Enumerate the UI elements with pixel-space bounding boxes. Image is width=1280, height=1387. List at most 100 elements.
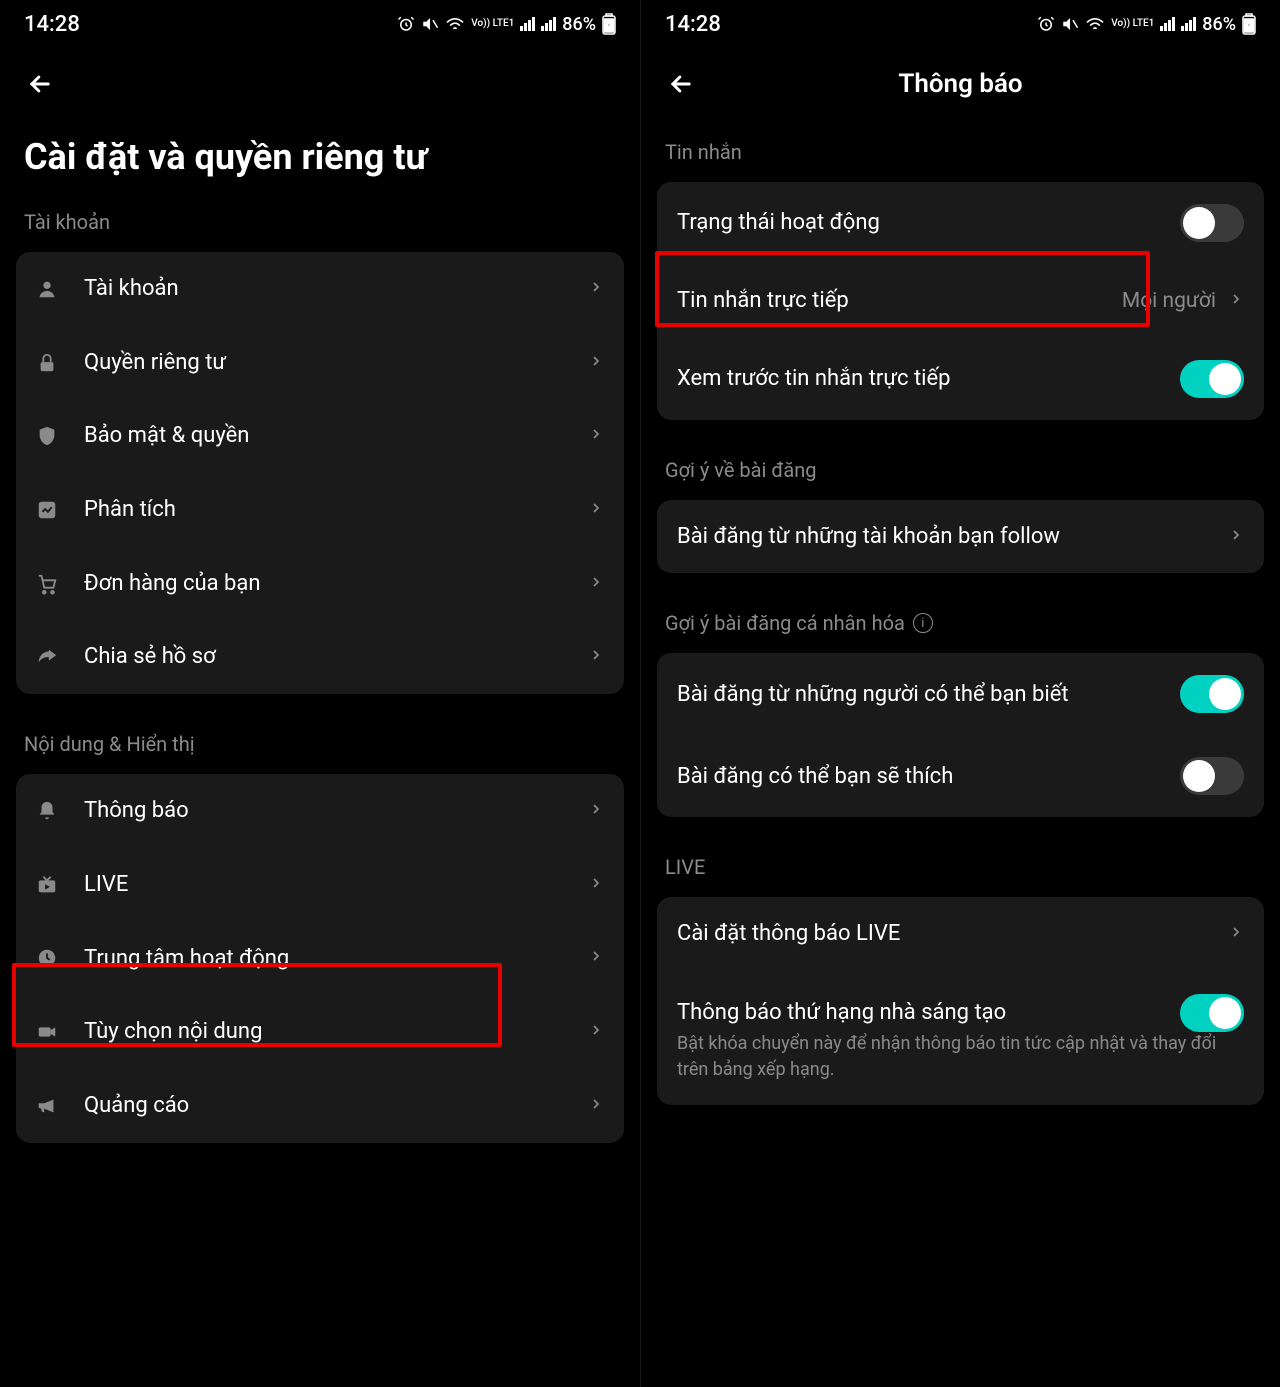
share-icon: [36, 646, 68, 668]
content-group: Thông báo LIVE Trung tâm hoạt động: [16, 774, 624, 1142]
settings-screen: 14:28 Vo)) LTE1 86% Cài đặt và qu: [0, 0, 640, 1387]
clock-icon: [36, 947, 68, 969]
section-personal-text: Gợi ý bài đăng cá nhân hóa: [665, 611, 905, 635]
account-group: Tài khoản Quyền riêng tư Bảo mật & quyền: [16, 252, 624, 694]
row-live-settings[interactable]: Cài đặt thông báo LIVE: [657, 897, 1264, 971]
chevron-right-icon: [588, 426, 604, 446]
row-direct-messages[interactable]: Tin nhắn trực tiếp Mọi người: [657, 264, 1264, 338]
row-label: Tùy chọn nội dung: [84, 1017, 588, 1047]
back-button[interactable]: [24, 68, 56, 100]
row-label: Tin nhắn trực tiếp: [677, 286, 1122, 316]
row-label: Bài đăng từ những người có thể bạn biết: [677, 680, 1180, 710]
row-value: Mọi người: [1122, 289, 1216, 313]
row-creator-rank[interactable]: Thông báo thứ hạng nhà sáng tạo: [657, 971, 1264, 1043]
row-notifications[interactable]: Thông báo: [16, 774, 624, 848]
row-analytics[interactable]: Phân tích: [16, 473, 624, 547]
messages-group: Trạng thái hoạt động Tin nhắn trực tiếp …: [657, 182, 1264, 420]
user-icon: [36, 278, 68, 300]
row-follow-posts[interactable]: Bài đăng từ những tài khoản bạn follow: [657, 500, 1264, 574]
signal-icon: [1160, 17, 1175, 31]
header: Thông báo: [641, 48, 1280, 112]
status-time: 14:28: [665, 12, 721, 37]
row-label: Thông báo thứ hạng nhà sáng tạo: [677, 998, 1180, 1028]
battery-level: 86%: [1202, 14, 1236, 35]
chevron-right-icon: [588, 875, 604, 895]
chevron-right-icon: [1228, 527, 1244, 547]
chevron-right-icon: [588, 647, 604, 667]
row-may-like[interactable]: Bài đăng có thể bạn sẽ thích: [657, 735, 1264, 817]
toggle-may-like[interactable]: [1180, 757, 1244, 795]
signal-icon-2: [1181, 17, 1196, 31]
chart-icon: [36, 499, 68, 521]
section-messages-label: Tin nhắn: [641, 112, 1280, 182]
wifi-icon: [1085, 16, 1105, 32]
chevron-right-icon: [588, 1096, 604, 1116]
row-dm-preview[interactable]: Xem trước tin nhắn trực tiếp: [657, 338, 1264, 420]
toggle-dm-preview[interactable]: [1180, 360, 1244, 398]
status-bar: 14:28 Vo)) LTE1 86%: [0, 0, 640, 48]
row-may-know[interactable]: Bài đăng từ những người có thể bạn biết: [657, 653, 1264, 735]
row-ads[interactable]: Quảng cáo: [16, 1069, 624, 1143]
chevron-right-icon: [588, 353, 604, 373]
row-label: Chia sẻ hồ sơ: [84, 642, 588, 672]
header: [0, 48, 640, 112]
notifications-screen: 14:28 Vo)) LTE1 86% Thông báo: [640, 0, 1280, 1387]
video-icon: [36, 1021, 68, 1043]
mute-icon: [421, 15, 439, 33]
row-orders[interactable]: Đơn hàng của bạn: [16, 547, 624, 621]
status-time: 14:28: [24, 12, 80, 37]
battery-level: 86%: [562, 14, 596, 35]
section-account-label: Tài khoản: [0, 210, 640, 252]
row-label: Trung tâm hoạt động: [84, 944, 588, 974]
row-content-pref[interactable]: Tùy chọn nội dung: [16, 995, 624, 1069]
row-label: Quảng cáo: [84, 1091, 588, 1121]
megaphone-icon: [36, 1095, 68, 1117]
live-group: Cài đặt thông báo LIVE Thông báo thứ hạn…: [657, 897, 1264, 1105]
lte-label: Vo)) LTE1: [471, 20, 514, 28]
tv-icon: [36, 874, 68, 896]
toggle-creator-rank[interactable]: [1180, 994, 1244, 1032]
row-label: Bài đăng từ những tài khoản bạn follow: [677, 522, 1228, 552]
status-bar: 14:28 Vo)) LTE1 86%: [641, 0, 1280, 48]
bell-icon: [36, 800, 68, 822]
row-live[interactable]: LIVE: [16, 848, 624, 922]
row-activity-center[interactable]: Trung tâm hoạt động: [16, 922, 624, 996]
row-label: Thông báo: [84, 796, 588, 826]
back-button[interactable]: [665, 68, 697, 100]
chevron-right-icon: [588, 279, 604, 299]
personal-group: Bài đăng từ những người có thể bạn biết …: [657, 653, 1264, 817]
chevron-right-icon: [588, 801, 604, 821]
row-label: Bảo mật & quyền: [84, 421, 588, 451]
row-activity-status[interactable]: Trạng thái hoạt động: [657, 182, 1264, 264]
row-label: Phân tích: [84, 495, 588, 525]
header-title: Thông báo: [898, 69, 1022, 99]
post-suggest-group: Bài đăng từ những tài khoản bạn follow: [657, 500, 1264, 574]
chevron-right-icon: [588, 1022, 604, 1042]
row-share-profile[interactable]: Chia sẻ hồ sơ: [16, 620, 624, 694]
row-label: Trạng thái hoạt động: [677, 208, 1180, 238]
row-security[interactable]: Bảo mật & quyền: [16, 399, 624, 473]
row-privacy[interactable]: Quyền riêng tư: [16, 326, 624, 400]
info-icon[interactable]: i: [913, 613, 933, 633]
section-live-label: LIVE: [641, 827, 1280, 897]
row-label: Quyền riêng tư: [84, 348, 588, 378]
page-title: Cài đặt và quyền riêng tư: [0, 112, 640, 210]
shield-icon: [36, 425, 68, 447]
toggle-may-know[interactable]: [1180, 675, 1244, 713]
alarm-icon: [1037, 15, 1055, 33]
signal-icon-2: [541, 17, 556, 31]
section-post-label: Gợi ý về bài đăng: [641, 430, 1280, 500]
cart-icon: [36, 573, 68, 595]
lte-label: Vo)) LTE1: [1111, 20, 1154, 28]
chevron-right-icon: [588, 574, 604, 594]
chevron-right-icon: [588, 948, 604, 968]
chevron-right-icon: [588, 500, 604, 520]
toggle-activity[interactable]: [1180, 204, 1244, 242]
lock-icon: [36, 352, 68, 374]
chevron-right-icon: [1228, 924, 1244, 944]
row-label: Đơn hàng của bạn: [84, 569, 588, 599]
battery-icon: [1242, 13, 1256, 35]
row-label: Xem trước tin nhắn trực tiếp: [677, 364, 1180, 394]
row-account[interactable]: Tài khoản: [16, 252, 624, 326]
section-content-label: Nội dung & Hiển thị: [0, 704, 640, 774]
